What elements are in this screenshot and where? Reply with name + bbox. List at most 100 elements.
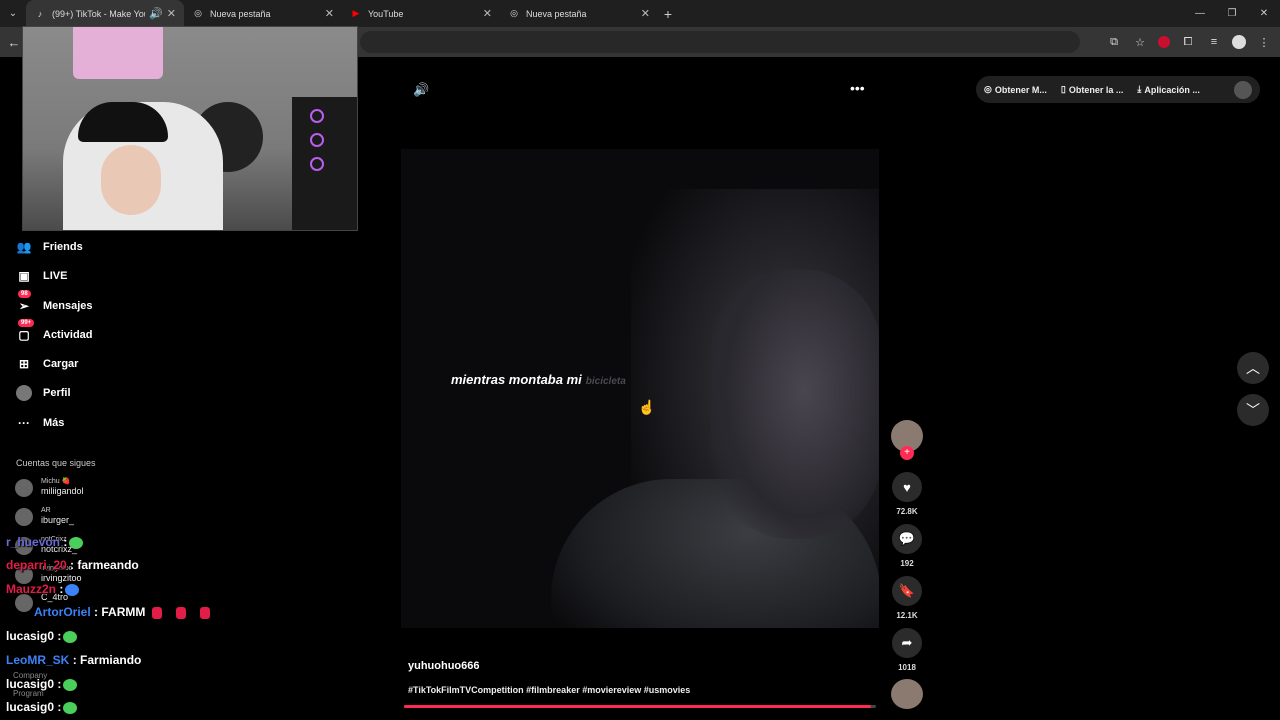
chat-username: LeoMR_SK [6, 653, 70, 667]
chevron-down-icon: ﹀ [1246, 402, 1260, 418]
chat-message: r_huevon : [6, 535, 84, 549]
minimize-button[interactable]: — [1184, 0, 1216, 27]
sidebar-item-label: Mensajes [43, 300, 93, 312]
account-username: miliigandol [41, 486, 84, 496]
sidebar-item-messages[interactable]: ➢ 98 Mensajes [15, 290, 93, 315]
sidebar-item-upload[interactable]: ⊞ Cargar [15, 355, 79, 373]
sidebar-item-profile[interactable]: Perfil [15, 384, 71, 402]
save-action[interactable]: 🔖 12.1K [890, 576, 924, 620]
activity-icon: ▢ 99+ [15, 319, 35, 344]
user-avatar[interactable] [1234, 80, 1252, 99]
sidebar-item-label: Cargar [43, 358, 79, 370]
like-count: 72.8K [896, 507, 918, 516]
tab-youtube[interactable]: ▶ YouTube ✕ [342, 0, 500, 27]
comment-icon[interactable]: 💬 [892, 524, 922, 554]
following-account[interactable]: Michu 🍓 miliigandol [15, 477, 84, 497]
new-tab-button[interactable]: + [658, 6, 678, 22]
chat-message: deparri_20 : farmeando [6, 558, 139, 572]
chat-message: lucasig0 : [6, 677, 78, 691]
sidebar-item-more[interactable]: ··· Más [15, 414, 64, 432]
video-author[interactable]: yuhuohuo666 [408, 660, 480, 672]
account-username: iburger_ [41, 515, 75, 525]
video-progress-bar[interactable] [404, 705, 876, 708]
close-tab-icon[interactable]: ✕ [483, 7, 492, 20]
media-controls-icon[interactable]: ≡ [1206, 34, 1222, 50]
tab-tiktok[interactable]: ♪ (99+) TikTok - Make Your D 🔊 ✕ [26, 0, 184, 27]
activity-badge: 99+ [18, 319, 35, 327]
restore-button[interactable]: ❐ [1216, 0, 1248, 27]
bookmark-star-icon[interactable]: ☆ [1132, 34, 1148, 50]
bookmark-icon[interactable]: 🔖 [892, 576, 922, 606]
comment-action[interactable]: 💬 192 [890, 524, 924, 568]
follow-plus-icon[interactable]: + [900, 446, 914, 460]
tab-title: YouTube [368, 8, 404, 19]
install-app-icon[interactable]: ⧉ [1106, 34, 1122, 50]
share-icon[interactable]: ➦ [892, 628, 922, 658]
close-window-button[interactable]: ✕ [1248, 0, 1280, 27]
extensions-puzzle-icon[interactable]: ⧠ [1180, 34, 1196, 50]
chat-username: Mauzz2n [6, 582, 57, 596]
sidebar-item-label: LIVE [43, 270, 68, 282]
chat-message: LeoMR_SK : Farmiando [6, 653, 141, 667]
sidebar-item-live[interactable]: ▣ LIVE [15, 267, 67, 285]
volume-icon[interactable]: 🔊 [413, 82, 429, 98]
tab-search-icon[interactable]: ⌄ [0, 0, 26, 27]
sidebar-item-activity[interactable]: ▢ 99+ Actividad [15, 319, 93, 344]
video-hashtags[interactable]: #TikTokFilmTVCompetition #filmbreaker #m… [408, 685, 690, 695]
profile-icon[interactable] [1232, 35, 1246, 49]
emote-icon [65, 583, 80, 596]
close-tab-icon[interactable]: ✕ [167, 7, 176, 20]
chrome-icon: ◎ [194, 8, 202, 18]
chat-text: : [57, 677, 62, 691]
sidebar-item-friends[interactable]: 👥 Friends [15, 238, 83, 256]
youtube-icon: ▶ [352, 8, 360, 18]
emote-icon [63, 678, 78, 691]
share-count: 1018 [898, 663, 916, 672]
chat-text: : FARMM [94, 605, 146, 619]
audio-icon[interactable]: 🔊 [149, 7, 163, 20]
heart-emote-icon [152, 606, 163, 619]
chat-username: ArtorOriel [34, 605, 91, 619]
chat-text: : [59, 582, 64, 596]
get-coins-button[interactable]: ◎ Obtener M... [984, 84, 1047, 95]
previous-video-button[interactable]: ︿ [1237, 352, 1269, 384]
following-account[interactable]: AR iburger_ [15, 506, 74, 526]
chat-username: lucasig0 [6, 700, 55, 714]
heart-emote-icon [176, 606, 187, 619]
get-app-button[interactable]: ▯ Obtener la ... [1061, 84, 1123, 95]
profile-avatar [15, 384, 33, 402]
tab-title: Nueva pestaña [526, 8, 587, 19]
window-controls: — ❐ ✕ [1184, 0, 1280, 27]
tiktok-icon: ♪ [37, 8, 43, 19]
emote-icon [69, 536, 84, 549]
extension-icon[interactable] [1158, 36, 1170, 48]
chat-username: lucasig0 [6, 629, 55, 643]
share-action[interactable]: ➦ 1018 [890, 628, 924, 672]
video-caption: mientras montaba mi bicicleta [451, 372, 626, 387]
account-name: AR [41, 507, 51, 514]
more-options-icon[interactable]: ••• [850, 80, 865, 96]
coin-icon: ◎ [984, 84, 992, 94]
close-tab-icon[interactable]: ✕ [325, 7, 334, 20]
live-icon: ▣ [18, 269, 30, 283]
next-video-button[interactable]: ﹀ [1237, 394, 1269, 426]
tab-title: Nueva pestaña [210, 8, 271, 19]
messages-icon: ➢ 98 [18, 290, 31, 313]
action-label: Aplicación ... [1144, 84, 1200, 95]
tab-new-tab-2[interactable]: ◎ Nueva pestaña ✕ [500, 0, 658, 27]
close-tab-icon[interactable]: ✕ [641, 7, 650, 20]
chat-text: : [63, 535, 68, 549]
following-section-title: Cuentas que sigues [16, 458, 96, 468]
menu-kebab-icon[interactable]: ⋮ [1256, 34, 1272, 50]
tab-new-tab-1[interactable]: ◎ Nueva pestaña ✕ [184, 0, 342, 27]
chat-text: : [57, 700, 62, 714]
webcam-overlay [22, 26, 358, 231]
like-action[interactable]: ♥ 72.8K [890, 472, 924, 516]
sidebar-item-label: Perfil [43, 387, 71, 399]
comment-count: 192 [900, 559, 914, 568]
address-bar[interactable] [360, 31, 1080, 53]
desktop-app-button[interactable]: ⤓ Aplicación ... [1137, 84, 1200, 95]
heart-icon[interactable]: ♥ [892, 472, 922, 502]
next-video-avatar[interactable] [891, 679, 923, 709]
video-player[interactable]: mientras montaba mi bicicleta [401, 149, 879, 628]
